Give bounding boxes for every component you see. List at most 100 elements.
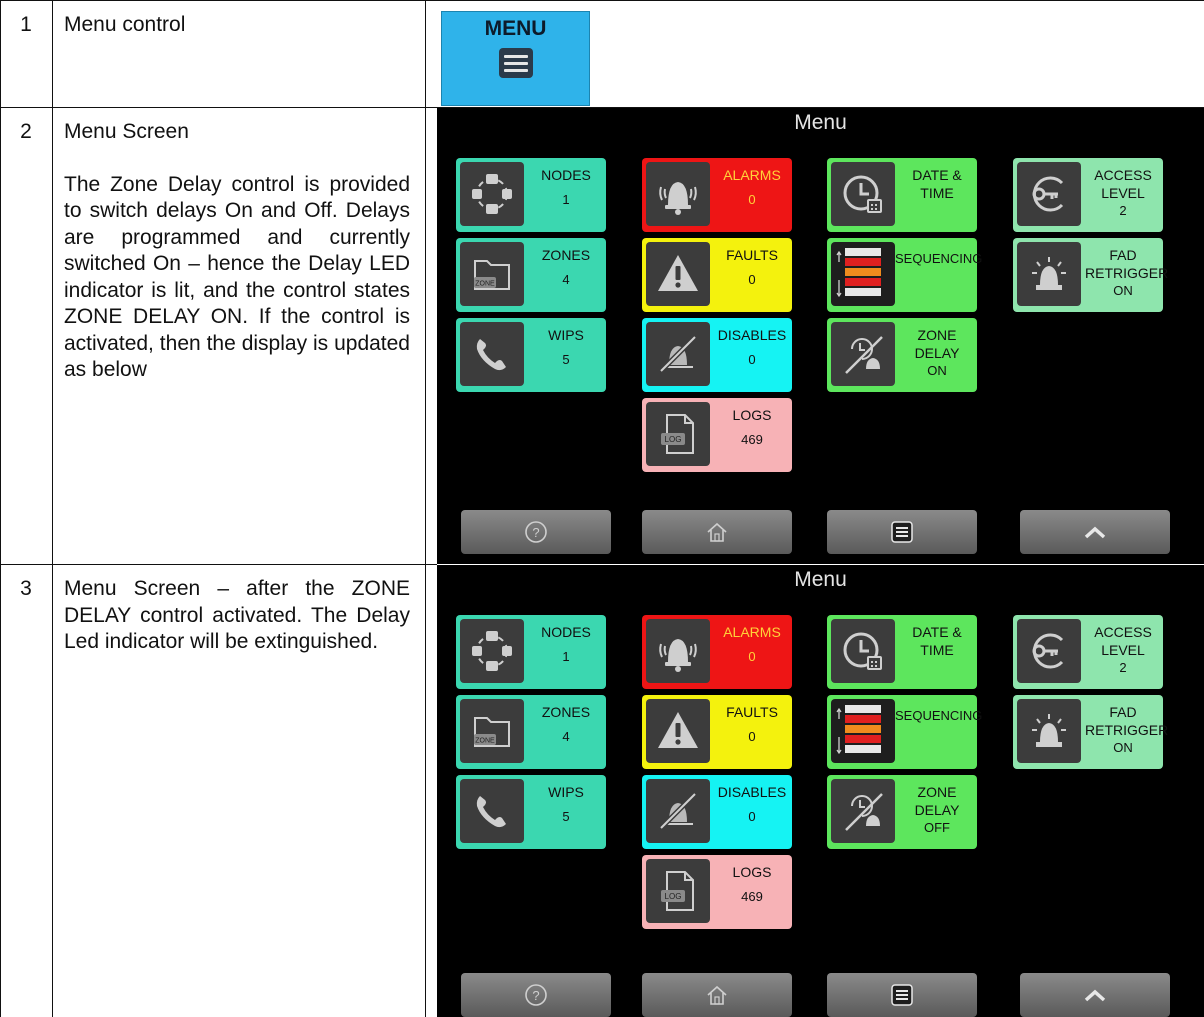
tile-value: 2 xyxy=(1119,660,1127,675)
row-body-text: Menu Screen – after the ZONE DELAY contr… xyxy=(64,577,410,653)
tile-fad[interactable]: FAD RETRIGGER ON xyxy=(1013,695,1169,769)
tile-access[interactable]: ACCESS LEVEL 2 xyxy=(1013,158,1163,232)
row-number: 2 xyxy=(20,120,32,143)
tile-value: 0 xyxy=(748,809,756,824)
tile-label-2: TIME xyxy=(920,642,954,658)
alarms-icon xyxy=(646,619,710,683)
tile-label: ZONE xyxy=(917,784,957,800)
wips-icon xyxy=(460,322,524,386)
menu-icon xyxy=(889,982,915,1008)
tile-label-2: LEVEL xyxy=(1101,185,1145,201)
chevron-up-icon xyxy=(1082,519,1108,545)
tile-logs[interactable]: LOG LOGS 469 xyxy=(642,855,792,929)
tile-value: 0 xyxy=(748,729,756,744)
scroll-up-button[interactable] xyxy=(1020,510,1170,554)
menu-screen-2: Menu NODES 1 ALARMS 0 DATE & TIME ACCESS LEVEL 2 Z… xyxy=(437,565,1204,1017)
home-button[interactable] xyxy=(642,973,792,1017)
tile-alarms[interactable]: ALARMS 0 xyxy=(642,158,792,232)
screen-title: Menu xyxy=(794,568,847,591)
table-border-top xyxy=(0,0,1204,1)
tile-value: 4 xyxy=(562,729,570,744)
tile-label: ZONE xyxy=(917,327,957,343)
menu-screen-1: Menu NODES 1 ALARMS 0 DATE & TIME ACCESS LEVEL 2 Z… xyxy=(437,108,1204,564)
disables-icon xyxy=(646,779,710,843)
tile-value: 2 xyxy=(1119,203,1127,218)
menu-control-button[interactable]: MENU xyxy=(441,11,590,106)
help-button[interactable]: ? xyxy=(461,973,611,1017)
tile-label: ACCESS xyxy=(1094,624,1152,640)
tile-label: NODES xyxy=(541,624,591,640)
tile-value: 0 xyxy=(748,272,756,287)
nodes-icon xyxy=(460,619,524,683)
tile-label: DATE & xyxy=(912,167,962,183)
tile-nodes[interactable]: NODES 1 xyxy=(456,158,606,232)
row-title-text: Menu control xyxy=(64,13,186,36)
disables-icon xyxy=(646,322,710,386)
tile-wips[interactable]: WIPS 5 xyxy=(456,775,606,849)
tile-label-2: DELAY xyxy=(914,802,960,818)
tile-label: FAULTS xyxy=(726,247,778,263)
tile-datetime[interactable]: DATE & TIME xyxy=(827,615,977,689)
tile-value: 469 xyxy=(741,432,763,447)
access-icon xyxy=(1017,619,1081,683)
svg-text:?: ? xyxy=(532,988,539,1003)
table-row-divider-2 xyxy=(0,564,437,565)
home-icon xyxy=(704,519,730,545)
tile-label-2: LEVEL xyxy=(1101,642,1145,658)
sequencing-icon xyxy=(831,242,895,306)
tile-datetime[interactable]: DATE & TIME xyxy=(827,158,977,232)
tile-label: FAD xyxy=(1109,247,1137,263)
tile-value: 5 xyxy=(562,352,570,367)
tile-value: ON xyxy=(1113,740,1133,755)
help-icon: ? xyxy=(523,519,549,545)
tile-label: FAD xyxy=(1109,704,1137,720)
tile-sequencing[interactable]: SEQUENCING xyxy=(827,695,982,769)
menu-icon xyxy=(889,519,915,545)
tile-nodes[interactable]: NODES 1 xyxy=(456,615,606,689)
wips-icon xyxy=(460,779,524,843)
tile-label: LOGS xyxy=(732,407,772,423)
menu-button[interactable] xyxy=(827,973,977,1017)
tile-value: 1 xyxy=(562,192,570,207)
row-description: Menu Screen The Zone Delay control is pr… xyxy=(64,119,410,384)
tile-faults[interactable]: FAULTS 0 xyxy=(642,695,792,769)
tile-zonedelay[interactable]: ZONE DELAY ON xyxy=(827,318,977,392)
tile-logs[interactable]: LOG LOGS 469 xyxy=(642,398,792,472)
tile-label: ALARMS xyxy=(723,167,781,183)
tile-alarms[interactable]: ALARMS 0 xyxy=(642,615,792,689)
tile-value: 0 xyxy=(748,192,756,207)
tile-wips[interactable]: WIPS 5 xyxy=(456,318,606,392)
tile-zones[interactable]: ZONE ZONES 4 xyxy=(456,238,606,312)
menu-button[interactable] xyxy=(827,510,977,554)
menu-button-label: MENU xyxy=(484,17,547,40)
logs-icon: LOG xyxy=(646,859,710,923)
tile-disables[interactable]: DISABLES 0 xyxy=(642,318,792,392)
table-border-left xyxy=(0,0,1,1017)
tile-value: 0 xyxy=(748,352,756,367)
tile-label-2: RETRIGGER xyxy=(1085,722,1169,738)
tile-zonedelay[interactable]: ZONE DELAY OFF xyxy=(827,775,977,849)
tile-label: ALARMS xyxy=(723,624,781,640)
tile-value: 0 xyxy=(748,649,756,664)
help-icon: ? xyxy=(523,982,549,1008)
tile-disables[interactable]: DISABLES 0 xyxy=(642,775,792,849)
table-col-divider-1 xyxy=(52,0,53,1017)
datetime-icon xyxy=(831,619,895,683)
tile-zones[interactable]: ZONE ZONES 4 xyxy=(456,695,606,769)
tile-label: SEQUENCING xyxy=(895,251,983,266)
help-button[interactable]: ? xyxy=(461,510,611,554)
scroll-up-button[interactable] xyxy=(1020,973,1170,1017)
tile-label: DATE & xyxy=(912,624,962,640)
zonedelay-icon xyxy=(831,322,895,386)
tile-access[interactable]: ACCESS LEVEL 2 xyxy=(1013,615,1163,689)
tile-value: ON xyxy=(1113,283,1133,298)
chevron-up-icon xyxy=(1082,982,1108,1008)
tile-fad[interactable]: FAD RETRIGGER ON xyxy=(1013,238,1168,312)
tile-faults[interactable]: FAULTS 0 xyxy=(642,238,792,312)
fad-icon xyxy=(1017,699,1081,763)
access-icon xyxy=(1017,162,1081,226)
tile-sequencing[interactable]: SEQUENCING xyxy=(827,238,983,312)
tile-label: LOGS xyxy=(732,864,772,880)
home-button[interactable] xyxy=(642,510,792,554)
tile-label: DISABLES xyxy=(717,784,787,800)
